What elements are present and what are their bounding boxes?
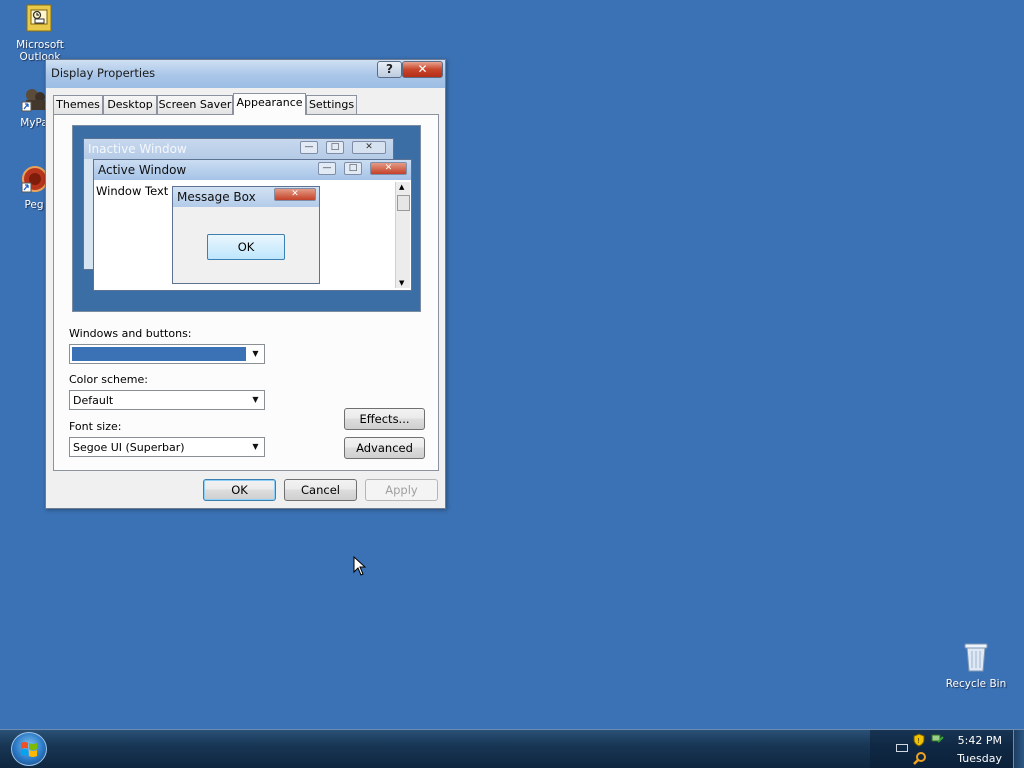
chevron-down-icon: ▼ (252, 349, 259, 358)
color-scheme-label: Color scheme: (69, 373, 148, 386)
close-icon: ✕ (352, 141, 386, 154)
font-size-value: Segoe UI (Superbar) (73, 441, 185, 454)
apply-button[interactable]: Apply (365, 479, 438, 501)
scroll-up-icon: ▲ (399, 183, 405, 191)
show-desktop-button[interactable] (1013, 730, 1024, 768)
taskbar: ! 5:42 PM Tuesday (0, 729, 1024, 768)
tab-themes[interactable]: Themes (53, 95, 103, 114)
preview-scrollbar: ▲ ▼ (395, 182, 410, 288)
windows-buttons-swatch (72, 347, 246, 361)
outlook-icon (2, 4, 78, 37)
desktop-icon-label: MyPa (20, 117, 48, 129)
svg-text:!: ! (917, 737, 920, 745)
recycle-bin-icon (938, 641, 1014, 676)
advanced-button[interactable]: Advanced (344, 437, 425, 459)
tab-settings[interactable]: Settings (306, 95, 357, 114)
scroll-thumb (397, 195, 410, 211)
desktop-icon-recycle-bin[interactable]: Recycle Bin (938, 641, 1014, 690)
help-button[interactable]: ? (377, 61, 402, 78)
preview-inactive-title: Inactive Window (84, 139, 393, 159)
desktop-icon-label: Peg (24, 199, 44, 211)
font-size-label: Font size: (69, 420, 122, 433)
color-scheme-value: Default (73, 394, 114, 407)
windows-buttons-select[interactable]: ▼ (69, 344, 265, 364)
dialog-title: Display Properties (51, 66, 156, 80)
ok-button[interactable]: OK (203, 479, 276, 501)
color-scheme-select[interactable]: Default ▼ (69, 390, 265, 410)
tab-appearance[interactable]: Appearance (233, 93, 306, 115)
effects-button[interactable]: Effects... (344, 408, 425, 430)
windows-buttons-label: Windows and buttons: (69, 327, 192, 340)
windows-logo-icon (21, 742, 37, 757)
minimize-icon: — (300, 141, 318, 154)
appearance-preview: Inactive Window — □ ✕ Active Window — □ … (72, 125, 421, 312)
appearance-panel: Inactive Window — □ ✕ Active Window — □ … (53, 114, 439, 471)
security-shield-icon[interactable]: ! (913, 733, 925, 750)
dialog-titlebar[interactable]: Display Properties ? ✕ (46, 60, 445, 88)
tab-desktop[interactable]: Desktop (103, 95, 157, 114)
chevron-down-icon: ▼ (252, 395, 259, 404)
keyboard-icon[interactable] (896, 744, 908, 752)
preview-message-box: Message Box ✕ OK (172, 186, 320, 284)
display-properties-dialog: Display Properties ? ✕ Themes Desktop Sc… (45, 59, 446, 509)
mouse-cursor-icon (353, 555, 367, 579)
chevron-down-icon: ▼ (252, 442, 259, 451)
cancel-button[interactable]: Cancel (284, 479, 357, 501)
font-size-select[interactable]: Segoe UI (Superbar) ▼ (69, 437, 265, 457)
minimize-icon: — (318, 162, 336, 175)
network-icon[interactable] (931, 733, 945, 750)
maximize-icon: □ (326, 141, 344, 154)
search-icon[interactable] (913, 751, 927, 768)
preview-window-text: Window Text (96, 184, 169, 198)
desktop-icon-outlook[interactable]: Microsoft Outlook (2, 4, 78, 63)
close-icon: ✕ (274, 188, 316, 201)
desktop-icon-label: Recycle Bin (945, 678, 1007, 690)
close-icon: ✕ (370, 162, 407, 175)
close-button[interactable]: ✕ (402, 61, 443, 78)
clock-time[interactable]: 5:42 PM (958, 734, 1002, 747)
scroll-down-icon: ▼ (399, 279, 405, 287)
preview-active-title: Active Window (94, 160, 411, 180)
notification-area: ! 5:42 PM Tuesday (870, 730, 1024, 768)
preview-active-window: Active Window — □ ✕ Window Text ▲ ▼ Mess… (93, 159, 412, 291)
preview-msgbox-ok: OK (207, 234, 285, 260)
start-button[interactable] (11, 732, 47, 766)
tab-screen-saver[interactable]: Screen Saver (157, 95, 233, 114)
maximize-icon: □ (344, 162, 362, 175)
clock-day[interactable]: Tuesday (957, 752, 1002, 765)
